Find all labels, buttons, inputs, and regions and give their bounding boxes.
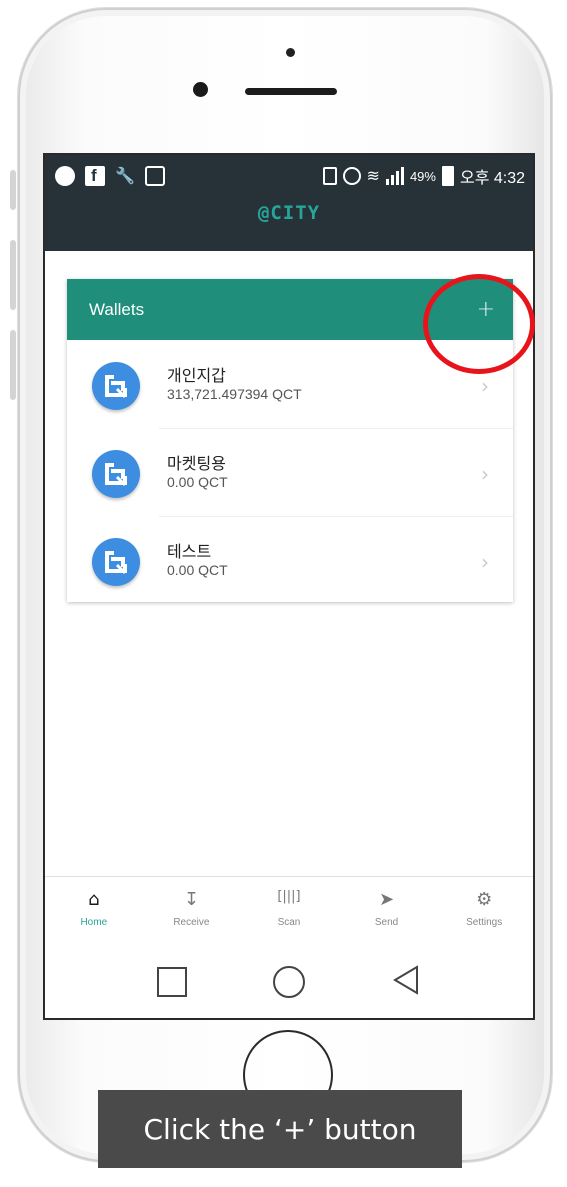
wrench-icon — [115, 166, 135, 186]
tab-settings[interactable]: ⚙ Settings — [435, 877, 533, 945]
tab-scan[interactable]: [|||] Scan — [240, 877, 338, 945]
recent-apps-button[interactable] — [157, 966, 187, 997]
status-time: 오후 4:32 — [459, 170, 525, 187]
wallet-name: 개인지갑 — [167, 366, 226, 385]
tab-label: Scan — [277, 917, 301, 928]
wallet-icon — [92, 538, 140, 586]
wallet-row[interactable]: 테스트 0.00 QCT › — [67, 516, 513, 604]
phone-volume-up — [10, 240, 16, 310]
back-button[interactable] — [391, 964, 421, 1000]
highlight-circle — [423, 274, 535, 374]
wallet-name: 테스트 — [167, 542, 212, 561]
receive-icon: ↧ — [183, 889, 199, 910]
proximity-sensor — [286, 48, 295, 57]
chevron-right-icon: › — [481, 462, 489, 486]
wallet-row[interactable]: 마켓팅용 0.00 QCT › — [67, 428, 513, 516]
battery-icon — [441, 166, 454, 186]
phone-volume-down — [10, 330, 16, 400]
tab-label: Settings — [466, 917, 503, 928]
app-logo: @CITY — [257, 202, 321, 224]
phone-side-button — [10, 170, 16, 210]
chevron-right-icon: › — [481, 550, 489, 574]
settings-icon: ⚙ — [476, 889, 493, 910]
tab-label: Receive — [173, 917, 210, 928]
facebook-icon — [85, 166, 105, 186]
front-camera — [193, 82, 208, 97]
chevron-right-icon: › — [481, 374, 489, 398]
alarm-icon — [342, 167, 361, 185]
status-bar: ≋ 49% 오후 4:32 — [55, 161, 525, 191]
barcode-icon: [|||] — [277, 889, 301, 904]
notification-app-icon — [55, 166, 75, 186]
wallet-icon — [92, 362, 140, 410]
tab-home[interactable]: ⌂ Home — [45, 877, 143, 945]
bottom-tab-bar: ⌂ Home ↧ Receive [|||] Scan ➤ Send ⚙ Set… — [45, 876, 533, 945]
instruction-caption: Click the ‘+’ button — [98, 1090, 462, 1168]
wifi-icon: ≋ — [366, 168, 380, 185]
wallet-icon — [92, 450, 140, 498]
wallet-balance: 313,721.497394 QCT — [167, 386, 302, 402]
app-header: ≋ 49% 오후 4:32 @CITY — [45, 155, 533, 251]
battery-percent: 49% — [409, 168, 436, 184]
tab-label: Home — [80, 917, 108, 928]
signal-icon — [385, 167, 404, 185]
home-icon: ⌂ — [88, 889, 100, 910]
wallets-title: Wallets — [89, 299, 145, 319]
tab-send[interactable]: ➤ Send — [338, 877, 436, 945]
android-nav-bar — [45, 945, 533, 1018]
image-icon — [145, 166, 165, 186]
send-icon: ➤ — [379, 889, 395, 910]
home-nav-button[interactable] — [273, 965, 305, 998]
vibrate-icon — [322, 167, 337, 185]
wallet-balance: 0.00 QCT — [167, 562, 228, 578]
wallet-name: 마켓팅용 — [167, 454, 226, 473]
wallet-balance: 0.00 QCT — [167, 474, 228, 490]
earpiece-speaker — [245, 88, 337, 95]
tab-receive[interactable]: ↧ Receive — [143, 877, 241, 945]
tab-label: Send — [374, 917, 399, 928]
